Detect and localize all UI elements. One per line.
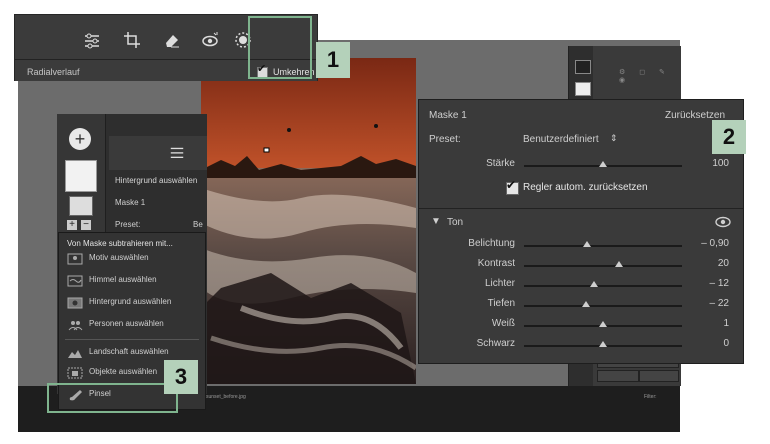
mask-title: Maske 1 [429, 110, 467, 121]
panel-button-right[interactable] [639, 370, 679, 382]
panel-button-left[interactable] [597, 370, 639, 382]
callout-badge-1: 1 [316, 42, 350, 78]
menu-heading: Von Maske subtrahieren mit... [67, 239, 173, 248]
strength-slider-thumb[interactable] [599, 161, 607, 167]
preset-label: Preset: [429, 134, 461, 145]
slider-track[interactable] [524, 245, 682, 247]
slider-value[interactable]: – 12 [687, 278, 729, 289]
collapse-triangle-icon[interactable]: ▼ [431, 216, 441, 227]
menu-item-subject[interactable]: Motiv auswählen [65, 251, 203, 267]
tool-icons-row[interactable]: ⚙ ◻ ✎ ◉ [619, 68, 681, 84]
slider-label: Belichtung [468, 238, 515, 249]
crop-icon[interactable] [123, 31, 141, 49]
background-icon [67, 297, 83, 309]
slider-track[interactable] [524, 305, 682, 307]
tone-section-label: Ton [447, 217, 464, 228]
slider-thumb[interactable] [583, 241, 592, 247]
sliders-icon[interactable] [169, 144, 185, 160]
slider-thumb[interactable] [614, 261, 623, 267]
mask-component-thumbnail[interactable] [69, 196, 93, 216]
preset-value[interactable]: Be [193, 220, 203, 229]
subtract-component-icon[interactable]: − [81, 220, 91, 230]
slider-track[interactable] [524, 285, 682, 287]
eraser-icon[interactable] [163, 31, 181, 49]
strength-label: Stärke [486, 158, 515, 169]
slider-thumb[interactable] [589, 281, 598, 287]
add-component-icon[interactable]: + [67, 220, 77, 230]
panel-toggle-icon[interactable] [575, 60, 591, 74]
callout-badge-3: 3 [164, 360, 198, 394]
visibility-eye-icon[interactable] [715, 216, 731, 228]
slider-value[interactable]: – 22 [687, 298, 729, 309]
slider-thumb[interactable] [599, 321, 607, 327]
preset-dropdown[interactable]: Benutzerdefiniert [523, 134, 599, 145]
menu-item-people[interactable]: Personen auswählen [65, 317, 203, 333]
preset-label: Preset: [115, 220, 141, 229]
slider-label: Tiefen [487, 298, 515, 309]
highlight-frame-1 [248, 16, 312, 79]
auto-reset-label[interactable]: Regler autom. zurücksetzen [523, 182, 648, 193]
objects-icon [67, 367, 83, 379]
checkmark-icon: ✔ [506, 178, 517, 192]
sky-icon [67, 275, 83, 287]
strength-value[interactable]: 100 [687, 158, 729, 169]
slider-thumb[interactable] [581, 301, 590, 307]
menu-separator [65, 339, 199, 340]
slider-label: Kontrast [477, 258, 515, 269]
highlight-frame-3 [47, 383, 178, 413]
mask-name-label: Maske 1 [115, 198, 146, 207]
seascape-photo [201, 58, 416, 384]
menu-item-background[interactable]: Hintergrund auswählen [65, 295, 203, 311]
mask-options-bar [109, 136, 207, 170]
menu-item-sky[interactable]: Himmel auswählen [65, 273, 203, 289]
landscape-icon [68, 350, 82, 358]
add-mask-button[interactable]: + [69, 128, 91, 150]
photo-preview[interactable] [201, 58, 416, 384]
redeye-icon[interactable] [201, 31, 219, 49]
sliders-icon[interactable] [83, 31, 101, 49]
updown-chevron-icon[interactable]: ⇕ [610, 133, 618, 144]
callout-badge-2: 2 [712, 120, 746, 154]
subject-icon [67, 253, 83, 265]
section-divider [419, 208, 743, 209]
menu-item-landscape[interactable]: Landschaft auswählen [65, 345, 203, 361]
slider-thumb[interactable] [599, 341, 607, 347]
slider-value[interactable]: 1 [687, 318, 729, 329]
tool-name-label: Radialverlauf [27, 67, 80, 77]
slider-label: Lichter [484, 278, 515, 289]
slider-value[interactable]: 20 [687, 258, 729, 269]
slider-track[interactable] [524, 265, 682, 267]
filmstrip-filter-label[interactable]: Filter: [644, 394, 657, 400]
slider-value[interactable]: – 0,90 [687, 238, 729, 249]
slider-value[interactable]: 0 [687, 338, 729, 349]
mask-settings-panel: Maske 1 Zurücksetzen Preset: Benutzerdef… [418, 99, 744, 364]
background-select-label[interactable]: Hintergrund auswählen [115, 176, 197, 185]
mask-thumbnail[interactable] [65, 160, 97, 192]
filmstrip-filename: sunset_before.jpg [206, 394, 246, 400]
thumbnail-icon[interactable] [575, 82, 591, 96]
people-icon [68, 321, 83, 331]
slider-label: Schwarz [476, 338, 515, 349]
slider-label: Weiß [491, 318, 515, 329]
